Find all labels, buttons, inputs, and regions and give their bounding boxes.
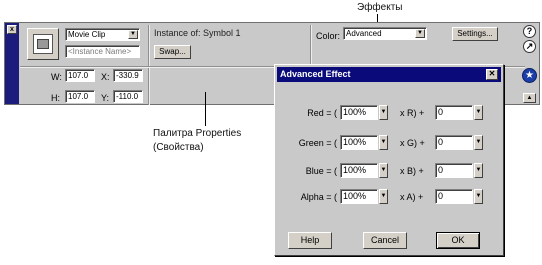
channel-offset-label: x B) +: [400, 166, 424, 176]
x-field[interactable]: -330.9: [113, 69, 143, 82]
accessibility-icon[interactable]: ★: [522, 68, 537, 83]
instance-of-text: Instance of: Symbol 1: [154, 28, 241, 38]
close-icon[interactable]: ✕: [486, 69, 498, 80]
channel-percent-field[interactable]: 100%: [340, 105, 378, 120]
instance-name-input[interactable]: <Instance Name>: [65, 45, 140, 58]
chevron-down-icon[interactable]: ▼: [474, 135, 483, 150]
advanced-effect-dialog: Advanced Effect ✕ Red = (100% ▼ x R) +0 ▼ Gr…: [274, 64, 504, 256]
channel-percent-field[interactable]: 100%: [340, 163, 378, 178]
channel-offset-field[interactable]: 0: [435, 163, 473, 178]
channel-percent-field[interactable]: 100%: [340, 135, 378, 150]
collapse-panel-button[interactable]: ▲: [523, 93, 536, 103]
channel-multiplier-label: Red = (: [307, 108, 337, 118]
palette-pointer-line: [205, 92, 206, 126]
height-field[interactable]: 107.0: [65, 90, 95, 103]
y-field[interactable]: -110.0: [113, 90, 143, 103]
color-effect-value: Advanced: [346, 29, 382, 38]
panel-divider: [148, 25, 150, 105]
effects-annotation: Эффекты: [357, 2, 403, 13]
palette-annotation-line2: (Свойства): [153, 142, 204, 153]
swap-button[interactable]: Swap...: [154, 45, 191, 59]
chevron-down-icon: ▼: [415, 29, 425, 38]
help-button[interactable]: Help: [288, 232, 332, 249]
panel-divider: [310, 25, 312, 65]
symbol-type-dropdown[interactable]: Movie Clip ▼: [65, 28, 140, 41]
channel-offset-field[interactable]: 0: [435, 135, 473, 150]
height-label: H:: [51, 93, 60, 103]
color-effect-dropdown[interactable]: Advanced ▼: [343, 27, 427, 40]
chevron-down-icon[interactable]: ▼: [379, 105, 388, 120]
cancel-button[interactable]: Cancel: [363, 232, 407, 249]
x-label: X:: [101, 72, 110, 82]
dialog-title: Advanced Effect: [280, 69, 351, 79]
movie-clip-symbol-icon: [27, 28, 59, 60]
channel-percent-field[interactable]: 100%: [340, 189, 378, 204]
palette-annotation-line1: Палитра Properties: [153, 128, 242, 139]
channel-multiplier-label: Green = (: [298, 138, 337, 148]
help-icon[interactable]: ?: [523, 25, 536, 38]
chevron-down-icon: ▼: [128, 30, 138, 39]
chevron-down-icon[interactable]: ▼: [474, 105, 483, 120]
channel-offset-field[interactable]: 0: [435, 189, 473, 204]
chevron-down-icon[interactable]: ▼: [379, 135, 388, 150]
panel-close-button[interactable]: x: [7, 25, 17, 34]
dialog-title-bar: Advanced Effect ✕: [277, 67, 501, 82]
y-label: Y:: [101, 93, 110, 103]
channel-offset-label: x G) +: [400, 138, 425, 148]
color-label: Color:: [316, 31, 341, 41]
channel-multiplier-label: Blue = (: [305, 166, 337, 176]
channel-offset-label: x A) +: [400, 192, 424, 202]
channel-multiplier-label: Alpha = (: [300, 192, 337, 202]
width-field[interactable]: 107.0: [65, 69, 95, 82]
channel-offset-label: x R) +: [400, 108, 425, 118]
ok-button[interactable]: OK: [436, 232, 480, 249]
chevron-down-icon[interactable]: ▼: [474, 163, 483, 178]
panel-side-bar: x: [5, 23, 19, 104]
settings-button[interactable]: Settings...: [452, 27, 498, 41]
chevron-down-icon[interactable]: ▼: [379, 163, 388, 178]
symbol-type-value: Movie Clip: [68, 30, 106, 39]
expand-arrow-icon[interactable]: ↗: [523, 40, 536, 53]
channel-offset-field[interactable]: 0: [435, 105, 473, 120]
chevron-down-icon[interactable]: ▼: [474, 189, 483, 204]
chevron-down-icon[interactable]: ▼: [379, 189, 388, 204]
width-label: W:: [51, 72, 62, 82]
